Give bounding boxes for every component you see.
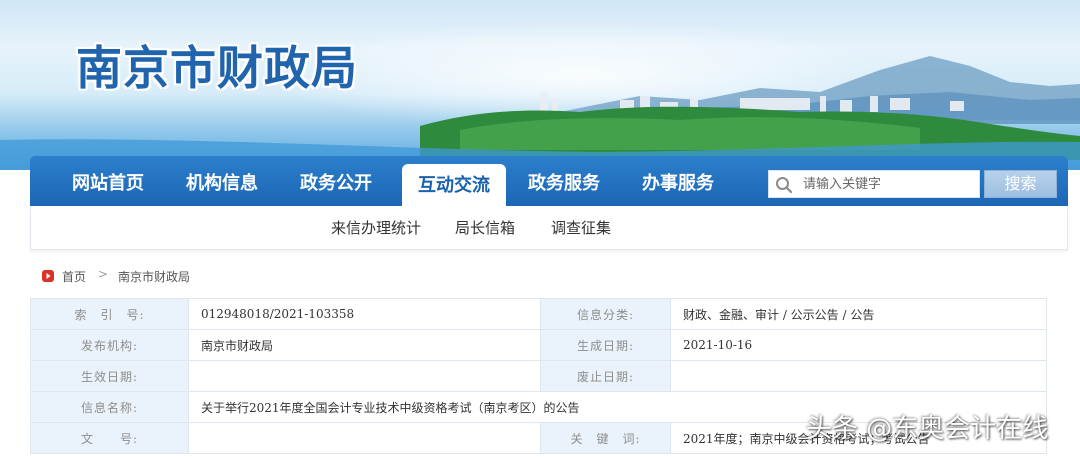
breadcrumb-home-link[interactable]: 首页 — [62, 268, 86, 285]
info-name-label: 信息名称: — [30, 391, 189, 423]
expiry-date-value — [670, 360, 1047, 392]
treeline-highlight — [460, 117, 920, 150]
nav-item-affairs-services[interactable]: 办事服务 — [630, 156, 726, 206]
table-row: 生效日期: 废止日期: — [30, 360, 1047, 392]
search-icon — [776, 177, 793, 194]
subnav-item-survey[interactable]: 调查征集 — [551, 206, 611, 250]
expiry-date-label: 废止日期: — [540, 360, 671, 392]
nav-item-interaction[interactable]: 互动交流 — [402, 164, 506, 206]
generated-date-value: 2021-10-16 — [670, 329, 1047, 361]
index-number-value: 012948018/2021-103358 — [188, 298, 541, 330]
breadcrumb-current-link[interactable]: 南京市财政局 — [118, 268, 190, 285]
nav-item-gov-services[interactable]: 政务服务 — [516, 156, 612, 206]
keywords-label: 关 键 词: — [540, 422, 671, 454]
home-icon — [42, 270, 54, 282]
generated-date-label: 生成日期: — [540, 329, 671, 361]
search-button[interactable]: 搜索 — [984, 170, 1057, 198]
publisher-label: 发布机构: — [30, 329, 189, 361]
subnav-item-letter-stats[interactable]: 来信办理统计 — [331, 206, 421, 250]
search-input[interactable] — [803, 171, 979, 197]
nav-item-gov-affairs[interactable]: 政务公开 — [288, 156, 384, 206]
document-number-label: 文 号: — [30, 422, 189, 454]
document-number-value — [188, 422, 541, 454]
header-banner: 南京市财政局 — [0, 0, 1080, 170]
search-box — [768, 170, 980, 198]
category-label: 信息分类: — [540, 298, 671, 330]
main-nav: 网站首页 机构信息 政务公开 互动交流 政务服务 办事服务 搜索 — [30, 156, 1068, 206]
site-title: 南京市财政局 — [76, 41, 358, 95]
subnav-item-director-mailbox[interactable]: 局长信箱 — [455, 206, 515, 250]
category-value: 财政、金融、审计 / 公示公告 / 公告 — [670, 298, 1047, 330]
index-number-label: 索 引 号: — [30, 298, 189, 330]
effective-date-value — [188, 360, 541, 392]
watermark: 头条 @东奥会计在线 — [806, 414, 1049, 444]
publisher-value: 南京市财政局 — [188, 329, 541, 361]
effective-date-label: 生效日期: — [30, 360, 189, 392]
table-row: 发布机构: 南京市财政局 生成日期: 2021-10-16 — [30, 329, 1047, 361]
nav-item-organization[interactable]: 机构信息 — [174, 156, 270, 206]
breadcrumb-separator: > — [98, 267, 109, 281]
table-row: 索 引 号: 012948018/2021-103358 信息分类: 财政、金融… — [30, 298, 1047, 330]
nav-item-home[interactable]: 网站首页 — [60, 156, 156, 206]
sub-nav: 来信办理统计 局长信箱 调查征集 — [30, 206, 1068, 250]
